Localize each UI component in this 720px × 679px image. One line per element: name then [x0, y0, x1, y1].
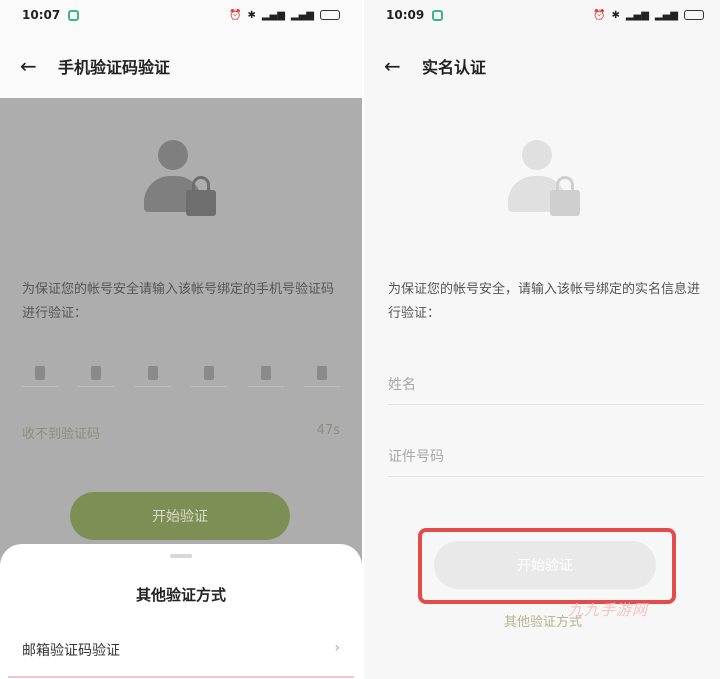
- status-bar: 10:07 ⏰ ✱ ▂▄▆ ▂▄▆: [0, 0, 362, 30]
- name-field[interactable]: 姓名: [388, 374, 704, 405]
- code-cell[interactable]: [191, 366, 228, 387]
- name-input[interactable]: 姓名: [388, 377, 416, 393]
- sheet-title: 其他验证方式: [135, 586, 226, 604]
- option-label: 邮箱验证码验证: [22, 643, 120, 659]
- battery-icon: [320, 10, 340, 20]
- status-icons: ⏰ ✱ ▂▄▆ ▂▄▆: [593, 10, 704, 21]
- id-number-field[interactable]: 证件号码: [388, 446, 704, 477]
- selection-indicator: [8, 676, 354, 678]
- signal-icon-2: ▂▄▆: [290, 9, 314, 21]
- code-cell[interactable]: [134, 366, 171, 387]
- battery-icon: [684, 10, 704, 20]
- alarm-icon: ⏰: [229, 9, 242, 21]
- other-methods-sheet: 其他验证方式 邮箱验证码验证 ›: [0, 544, 362, 679]
- signal-icon-2: ▂▄▆: [654, 9, 678, 21]
- back-arrow-icon[interactable]: ←: [384, 54, 408, 78]
- status-icons: ⏰ ✱ ▂▄▆ ▂▄▆: [229, 10, 340, 21]
- code-cell[interactable]: [247, 366, 284, 387]
- status-bar: 10:09 ⏰ ✱ ▂▄▆ ▂▄▆: [364, 0, 720, 30]
- id-underline: [388, 476, 704, 477]
- watermark: 九九手游网: [568, 601, 649, 619]
- app-notification-icon: [432, 9, 444, 21]
- user-lock-icon: [140, 140, 220, 216]
- status-time: 10:09: [386, 8, 425, 22]
- bluetooth-icon: ✱: [247, 9, 256, 21]
- start-verify-button[interactable]: 开始验证: [70, 492, 290, 540]
- verify-description: 为保证您的帐号安全，请输入该帐号绑定的实名信息进行验证：: [388, 282, 701, 321]
- chevron-right-icon: ›: [334, 640, 340, 656]
- email-verify-option[interactable]: 邮箱验证码验证 ›: [22, 640, 340, 660]
- alarm-icon: ⏰: [593, 9, 606, 21]
- highlight-box: [418, 528, 676, 604]
- user-lock-icon: [504, 140, 584, 216]
- app-notification-icon: [68, 9, 80, 21]
- verify-description: 为保证您的帐号安全请输入该帐号绑定的手机号验证码进行验证：: [22, 282, 335, 321]
- code-cell[interactable]: [303, 366, 340, 387]
- status-time: 10:07: [22, 8, 61, 22]
- left-screen: 10:07 ⏰ ✱ ▂▄▆ ▂▄▆ ← 手机验证码验证 为保证您的帐号安全请输入…: [0, 0, 362, 679]
- resend-link[interactable]: 收不到验证码: [22, 423, 100, 442]
- signal-icon: ▂▄▆: [261, 9, 285, 21]
- bluetooth-icon: ✱: [611, 9, 620, 21]
- code-cell[interactable]: [78, 366, 115, 387]
- page-title: 手机验证码验证: [58, 58, 171, 77]
- name-underline: [388, 404, 704, 405]
- page-title: 实名认证: [422, 58, 487, 77]
- resend-row: 收不到验证码 47s: [22, 423, 340, 442]
- back-arrow-icon[interactable]: ←: [20, 54, 44, 78]
- signal-icon: ▂▄▆: [625, 9, 649, 21]
- nav-bar: ← 手机验证码验证: [0, 44, 362, 88]
- code-input-row[interactable]: [22, 366, 340, 387]
- code-cell[interactable]: [22, 366, 58, 387]
- sheet-handle[interactable]: [170, 554, 192, 558]
- id-number-input[interactable]: 证件号码: [388, 449, 444, 465]
- countdown-text: 47s: [316, 423, 340, 438]
- nav-bar: ← 实名认证: [364, 44, 720, 88]
